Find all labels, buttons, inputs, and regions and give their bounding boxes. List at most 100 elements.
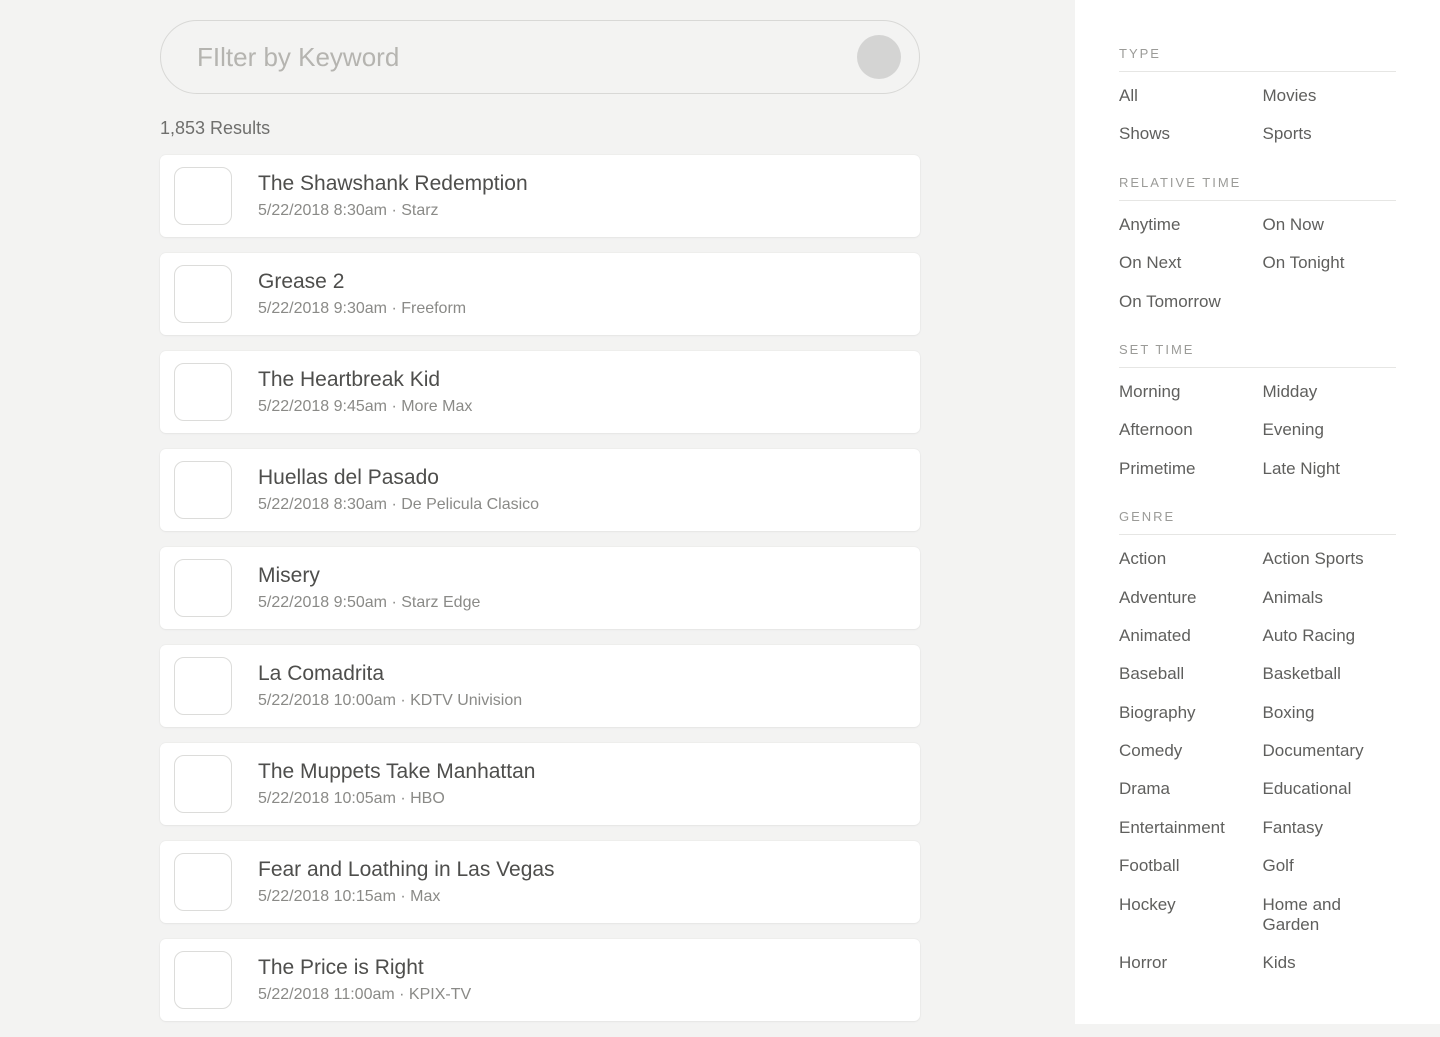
result-card[interactable]: Grease 2 5/22/2018 9:30am · Freeform — [160, 253, 920, 335]
result-thumbnail — [174, 951, 232, 1009]
filter-item[interactable]: On Tomorrow — [1119, 292, 1253, 312]
filter-heading: SET TIME — [1119, 342, 1396, 368]
result-text: La Comadrita 5/22/2018 10:00am · KDTV Uni… — [258, 662, 522, 710]
result-text: Grease 2 5/22/2018 9:30am · Freeform — [258, 270, 466, 318]
result-title: The Shawshank Redemption — [258, 172, 528, 196]
filter-item[interactable]: Midday — [1263, 382, 1397, 402]
filter-item[interactable]: Action Sports — [1263, 549, 1397, 569]
filter-grid: Anytime On Now On Next On Tonight On Tomorro… — [1119, 215, 1396, 312]
filter-item[interactable]: Adventure — [1119, 588, 1253, 608]
filter-item[interactable]: Animals — [1263, 588, 1397, 608]
filter-heading: GENRE — [1119, 509, 1396, 535]
result-title: The Price is Right — [258, 956, 471, 980]
result-meta: 5/22/2018 11:00am · KPIX-TV — [258, 986, 471, 1004]
result-text: The Shawshank Redemption 5/22/2018 8:30am… — [258, 172, 528, 220]
filter-item[interactable]: On Now — [1263, 215, 1397, 235]
result-title: Fear and Loathing in Las Vegas — [258, 858, 555, 882]
filter-item[interactable]: Movies — [1263, 86, 1397, 106]
filter-item[interactable]: Animated — [1119, 626, 1253, 646]
result-card[interactable]: Fear and Loathing in Las Vegas 5/22/2018 … — [160, 841, 920, 923]
filter-item[interactable]: Action — [1119, 549, 1253, 569]
filter-grid: Morning Midday Afternoon Evening Primetime La… — [1119, 382, 1396, 479]
filter-item[interactable]: Basketball — [1263, 664, 1397, 684]
result-thumbnail — [174, 559, 232, 617]
result-text: Fear and Loathing in Las Vegas 5/22/2018 … — [258, 858, 555, 906]
result-title: La Comadrita — [258, 662, 522, 686]
filter-item[interactable]: Golf — [1263, 856, 1397, 876]
filter-item[interactable]: Evening — [1263, 420, 1397, 440]
filter-item[interactable]: Football — [1119, 856, 1253, 876]
result-thumbnail — [174, 167, 232, 225]
filter-item[interactable]: Fantasy — [1263, 818, 1397, 838]
filter-item[interactable]: Afternoon — [1119, 420, 1253, 440]
result-meta: 5/22/2018 9:30am · Freeform — [258, 300, 466, 318]
result-card[interactable]: The Shawshank Redemption 5/22/2018 8:30am… — [160, 155, 920, 237]
result-meta: 5/22/2018 9:50am · Starz Edge — [258, 594, 480, 612]
result-text: Huellas del Pasado 5/22/2018 8:30am · De … — [258, 466, 539, 514]
filter-item[interactable]: Biography — [1119, 703, 1253, 723]
filter-item[interactable]: Baseball — [1119, 664, 1253, 684]
filter-item[interactable]: On Tonight — [1263, 253, 1397, 273]
filter-item[interactable]: Home and Garden — [1263, 895, 1397, 936]
filter-item[interactable]: Boxing — [1263, 703, 1397, 723]
filter-item[interactable]: Sports — [1263, 124, 1397, 144]
filter-item[interactable]: Primetime — [1119, 459, 1253, 479]
main-content: 1,853 Results The Shawshank Redemption 5/… — [160, 20, 920, 1037]
filter-section-genre: GENRE Action Action Sports Adventure Animals… — [1119, 509, 1396, 974]
result-thumbnail — [174, 265, 232, 323]
result-text: The Heartbreak Kid 5/22/2018 9:45am · Mor… — [258, 368, 472, 416]
filter-item[interactable]: Horror — [1119, 953, 1253, 973]
filter-item[interactable]: Entertainment — [1119, 818, 1253, 838]
results-count: 1,853 Results — [160, 118, 920, 139]
search-bar — [160, 20, 920, 94]
filter-item[interactable]: Drama — [1119, 779, 1253, 799]
result-meta: 5/22/2018 10:15am · Max — [258, 888, 555, 906]
result-thumbnail — [174, 657, 232, 715]
result-text: The Muppets Take Manhattan 5/22/2018 10:0… — [258, 760, 535, 808]
filter-item[interactable]: Shows — [1119, 124, 1253, 144]
result-title: Huellas del Pasado — [258, 466, 539, 490]
filter-section-type: TYPE All Movies Shows Sports — [1119, 46, 1396, 145]
result-title: The Heartbreak Kid — [258, 368, 472, 392]
result-thumbnail — [174, 755, 232, 813]
filter-grid: All Movies Shows Sports — [1119, 86, 1396, 145]
result-title: Misery — [258, 564, 480, 588]
search-input[interactable] — [197, 42, 797, 73]
result-card[interactable]: La Comadrita 5/22/2018 10:00am · KDTV Uni… — [160, 645, 920, 727]
filter-item[interactable]: Late Night — [1263, 459, 1397, 479]
result-thumbnail — [174, 461, 232, 519]
result-meta: 5/22/2018 10:00am · KDTV Univision — [258, 692, 522, 710]
filter-item[interactable]: Kids — [1263, 953, 1397, 973]
filters-sidebar: TYPE All Movies Shows Sports RELATIVE TIME Any… — [1075, 0, 1440, 1024]
result-card[interactable]: Misery 5/22/2018 9:50am · Starz Edge — [160, 547, 920, 629]
result-card[interactable]: The Price is Right 5/22/2018 11:00am · KP… — [160, 939, 920, 1021]
filter-item[interactable]: Educational — [1263, 779, 1397, 799]
search-button[interactable] — [857, 35, 901, 79]
result-title: The Muppets Take Manhattan — [258, 760, 535, 784]
result-meta: 5/22/2018 8:30am · Starz — [258, 202, 528, 220]
filter-item[interactable]: On Next — [1119, 253, 1253, 273]
result-meta: 5/22/2018 8:30am · De Pelicula Clasico — [258, 496, 539, 514]
filter-item[interactable]: Documentary — [1263, 741, 1397, 761]
results-list: The Shawshank Redemption 5/22/2018 8:30am… — [160, 155, 920, 1021]
result-card[interactable]: The Heartbreak Kid 5/22/2018 9:45am · Mor… — [160, 351, 920, 433]
result-meta: 5/22/2018 10:05am · HBO — [258, 790, 535, 808]
filter-item[interactable]: Morning — [1119, 382, 1253, 402]
filter-heading: TYPE — [1119, 46, 1396, 72]
result-thumbnail — [174, 363, 232, 421]
filter-item[interactable]: All — [1119, 86, 1253, 106]
filter-item[interactable]: Comedy — [1119, 741, 1253, 761]
filter-heading: RELATIVE TIME — [1119, 175, 1396, 201]
result-card[interactable]: The Muppets Take Manhattan 5/22/2018 10:0… — [160, 743, 920, 825]
result-title: Grease 2 — [258, 270, 466, 294]
filter-section-set_time: SET TIME Morning Midday Afternoon Evening Pri… — [1119, 342, 1396, 479]
filter-item[interactable]: Auto Racing — [1263, 626, 1397, 646]
filter-section-relative_time: RELATIVE TIME Anytime On Now On Next On Toni… — [1119, 175, 1396, 312]
result-card[interactable]: Huellas del Pasado 5/22/2018 8:30am · De … — [160, 449, 920, 531]
result-text: Misery 5/22/2018 9:50am · Starz Edge — [258, 564, 480, 612]
filter-item[interactable]: Hockey — [1119, 895, 1253, 936]
result-meta: 5/22/2018 9:45am · More Max — [258, 398, 472, 416]
result-thumbnail — [174, 853, 232, 911]
filter-item[interactable]: Anytime — [1119, 215, 1253, 235]
result-text: The Price is Right 5/22/2018 11:00am · KP… — [258, 956, 471, 1004]
